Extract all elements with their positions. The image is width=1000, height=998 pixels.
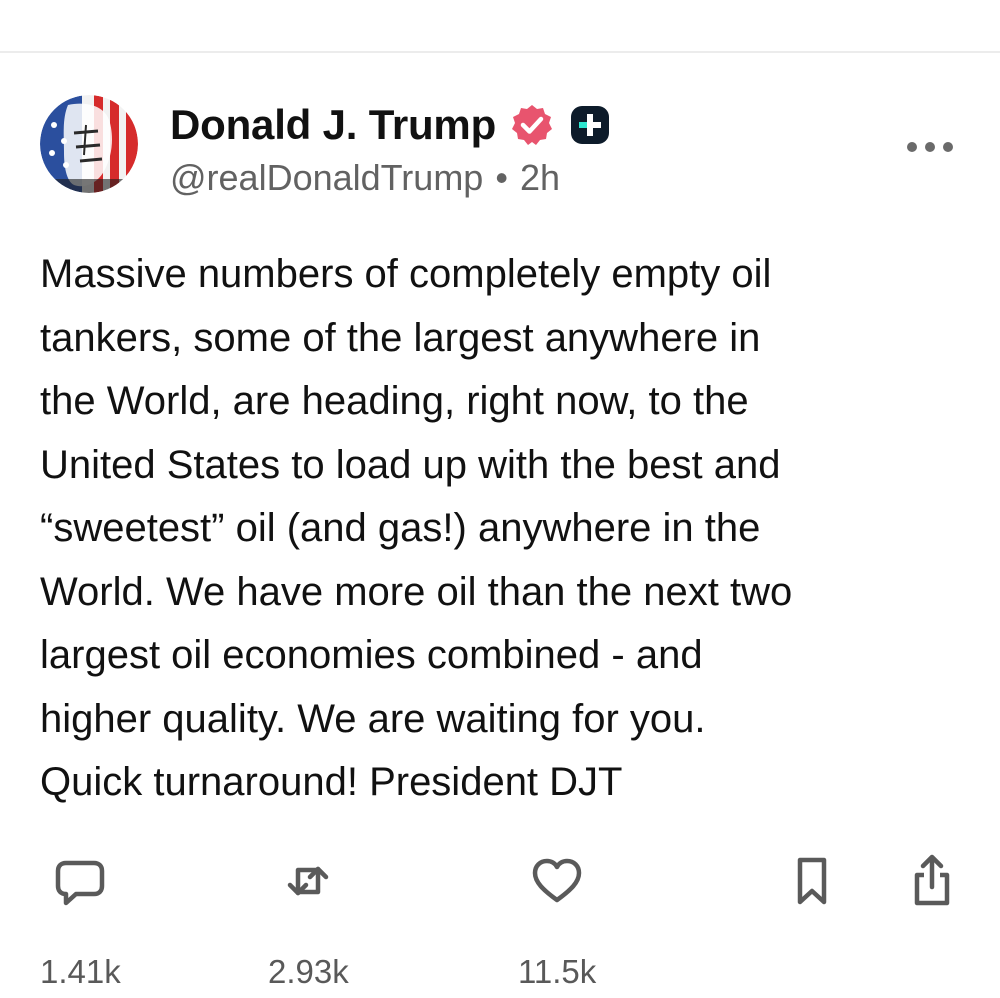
more-options-button[interactable]: [904, 127, 956, 167]
bookmark-button[interactable]: [784, 853, 840, 909]
repost-icon: [280, 853, 336, 909]
reply-count: 1.41k: [40, 953, 121, 990]
author-meta-row: @realDonaldTrump • 2h: [170, 155, 560, 201]
meta-separator: •: [495, 157, 508, 198]
author-handle[interactable]: @realDonaldTrump: [170, 157, 483, 199]
author-name-row: Donald J. Trump: [170, 95, 612, 155]
comment-icon: [52, 853, 108, 909]
more-dots-icon: [907, 142, 953, 152]
post-action-bar: 1.41k 2.93k 11.5k: [0, 853, 1000, 990]
post-body-text: Massive numbers of completely empty oil …: [40, 252, 793, 804]
author-display-name[interactable]: Donald J. Trump: [170, 101, 496, 149]
repost-count: 2.93k: [268, 953, 349, 990]
repost-button[interactable]: 2.93k: [268, 853, 349, 991]
author-avatar[interactable]: [40, 95, 138, 193]
reply-button[interactable]: 1.41k: [40, 853, 121, 991]
bookmark-icon: [797, 857, 827, 905]
heart-icon: [529, 853, 585, 909]
plus-badge-icon: [568, 103, 612, 147]
like-button[interactable]: 11.5k: [518, 853, 596, 991]
share-icon: [914, 854, 950, 906]
verified-badge-icon: [510, 103, 554, 147]
share-button[interactable]: [904, 853, 960, 909]
like-count: 11.5k: [518, 953, 597, 990]
post-timestamp[interactable]: 2h: [520, 157, 560, 199]
post-card: Donald J. Trump @realDonaldTrump • 2h Ma…: [0, 53, 1000, 998]
